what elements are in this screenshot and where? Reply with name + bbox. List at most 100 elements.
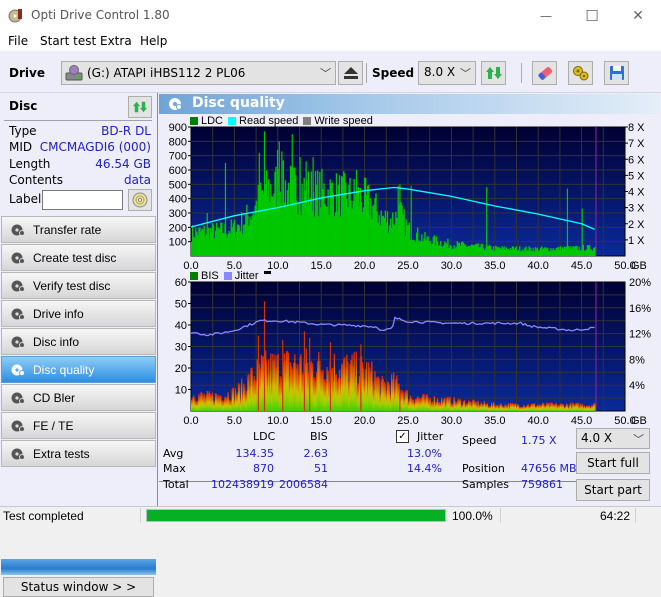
total-bis: 2006584 bbox=[279, 478, 328, 491]
disc-tool-icon bbox=[11, 280, 25, 292]
status-text: Test completed bbox=[3, 509, 84, 523]
jitter-checkbox[interactable]: ✓ bbox=[396, 430, 409, 443]
max-bis: 51 bbox=[314, 462, 328, 475]
erase-icon bbox=[538, 67, 552, 80]
save-button[interactable] bbox=[604, 61, 629, 85]
bis-bar bbox=[594, 403, 596, 411]
status-window-button[interactable]: Status window > > bbox=[3, 577, 154, 597]
title-bar: Opti Drive Control 1.80 — ☐ ✕ bbox=[0, 0, 661, 31]
bis-spike bbox=[329, 342, 332, 411]
disc-label-input[interactable] bbox=[42, 190, 123, 210]
y-tick-label-right: 4 X bbox=[628, 187, 645, 199]
toolbar-divider bbox=[366, 63, 367, 83]
menu-extra[interactable]: Extra bbox=[100, 34, 132, 48]
eject-button[interactable] bbox=[338, 61, 363, 85]
disc-tool-icon bbox=[11, 364, 25, 376]
disc-tool-icon bbox=[11, 392, 25, 404]
start-full-button[interactable]: Start full bbox=[576, 452, 650, 474]
bis-spike bbox=[399, 389, 401, 411]
avg-label: Avg bbox=[163, 447, 184, 460]
chevron-down-icon: ﹀ bbox=[320, 67, 331, 80]
nav-item-verify-test-disc[interactable]: Verify test disc bbox=[1, 272, 156, 299]
bis-spike bbox=[303, 331, 306, 411]
disc-refresh-button[interactable] bbox=[128, 96, 152, 118]
x-tick-label: 35.0 bbox=[484, 260, 505, 272]
col-ldc: LDC bbox=[253, 430, 276, 443]
nav-item-label: Disc info bbox=[33, 334, 80, 349]
progress-bar bbox=[146, 509, 446, 522]
nav-item-label: Extra tests bbox=[33, 446, 90, 461]
disc-section-title: Disc bbox=[9, 99, 38, 113]
y-tick-label-left: 40 bbox=[175, 320, 187, 332]
drive-select[interactable]: (G:) ATAPI iHBS112 2 PL06 ﹀ bbox=[61, 61, 336, 85]
y-tick-label-left: 400 bbox=[169, 194, 187, 206]
y-tick-label-left: 600 bbox=[169, 165, 187, 177]
y-tick-label-left: 30 bbox=[175, 342, 187, 354]
disc-label-button[interactable] bbox=[128, 189, 152, 211]
nav-item-disc-quality[interactable]: Disc quality bbox=[1, 356, 156, 383]
drive-icon bbox=[65, 65, 83, 81]
y-tick-label-right: 12% bbox=[629, 329, 651, 341]
app-icon bbox=[8, 9, 22, 23]
bis-spike bbox=[360, 344, 362, 411]
test-speed-select[interactable]: 4.0 X ﹀ bbox=[576, 428, 650, 449]
disc-tool-icon bbox=[11, 448, 25, 460]
ldc-spike bbox=[305, 161, 307, 256]
close-button[interactable]: ✕ bbox=[615, 0, 661, 31]
nav-item-extra-tests[interactable]: Extra tests bbox=[1, 440, 156, 467]
toolbar: Drive (G:) ATAPI iHBS112 2 PL06 ﹀ Speed … bbox=[0, 51, 661, 93]
avg-bis: 2.63 bbox=[303, 447, 329, 460]
maximize-button[interactable]: ☐ bbox=[569, 0, 615, 31]
menu-help[interactable]: Help bbox=[140, 34, 167, 48]
ldc-spike bbox=[281, 151, 283, 256]
max-jitter: 14.4% bbox=[407, 462, 442, 475]
bis-spike bbox=[263, 301, 266, 411]
ldc-spike bbox=[263, 131, 266, 256]
y-tick-label-right: 2 X bbox=[628, 219, 645, 231]
refresh-speed-button[interactable] bbox=[481, 61, 506, 85]
menu-start-test[interactable]: Start test bbox=[40, 34, 96, 48]
nav-item-cd-bler[interactable]: CD Bler bbox=[1, 384, 156, 411]
y-tick-label-left: 50 bbox=[175, 299, 187, 311]
nav-item-label: FE / TE bbox=[33, 418, 74, 433]
nav-item-drive-info[interactable]: Drive info bbox=[1, 300, 156, 327]
nav-filler bbox=[1, 559, 156, 575]
ldc-spike bbox=[276, 149, 279, 256]
minimize-button[interactable]: — bbox=[523, 0, 569, 31]
ldc-spike bbox=[278, 141, 280, 256]
ldc-spike bbox=[399, 184, 401, 256]
menu-file[interactable]: File bbox=[8, 34, 28, 48]
settings-icon bbox=[572, 66, 588, 81]
erase-button[interactable] bbox=[532, 61, 557, 85]
y-tick-label-left: 100 bbox=[169, 237, 187, 249]
y-tick-label-left: 700 bbox=[169, 151, 187, 163]
refresh-icon bbox=[485, 67, 502, 79]
nav-item-disc-info[interactable]: Disc info bbox=[1, 328, 156, 355]
mid-label: MID bbox=[9, 140, 33, 154]
ldc-spike bbox=[258, 152, 260, 256]
test-speed-value: 4.0 X bbox=[581, 431, 613, 445]
nav-item-label: Verify test disc bbox=[33, 278, 111, 293]
toolbar-divider bbox=[521, 63, 522, 83]
y-tick-label-right: 4% bbox=[629, 380, 645, 392]
settings-button[interactable] bbox=[568, 61, 593, 85]
speed-info-label: Speed bbox=[462, 434, 497, 447]
ldc-spike bbox=[206, 213, 208, 256]
nav-item-transfer-rate[interactable]: Transfer rate bbox=[1, 216, 156, 243]
nav-item-create-test-disc[interactable]: Create test disc bbox=[1, 244, 156, 271]
x-tick-label: 10.0 bbox=[267, 415, 288, 427]
nav-item-fe-te[interactable]: FE / TE bbox=[1, 412, 156, 439]
y-tick-label-right: 8 X bbox=[628, 122, 645, 134]
y-tick-label-right: 1 X bbox=[628, 235, 645, 247]
status-divider bbox=[500, 508, 501, 523]
position-value: 47656 MB bbox=[521, 462, 577, 475]
start-part-button[interactable]: Start part bbox=[576, 479, 650, 501]
nav-item-label: Drive info bbox=[33, 306, 84, 321]
y-tick-label-left: 20 bbox=[175, 363, 187, 375]
nav-item-label: CD Bler bbox=[33, 390, 76, 405]
disc-icon bbox=[132, 192, 148, 208]
label-field-label: Label bbox=[9, 192, 42, 206]
x-tick-label: 20.0 bbox=[354, 415, 375, 427]
speed-select[interactable]: 8.0 X ﹀ bbox=[418, 61, 476, 85]
speed-label: Speed bbox=[372, 66, 415, 80]
